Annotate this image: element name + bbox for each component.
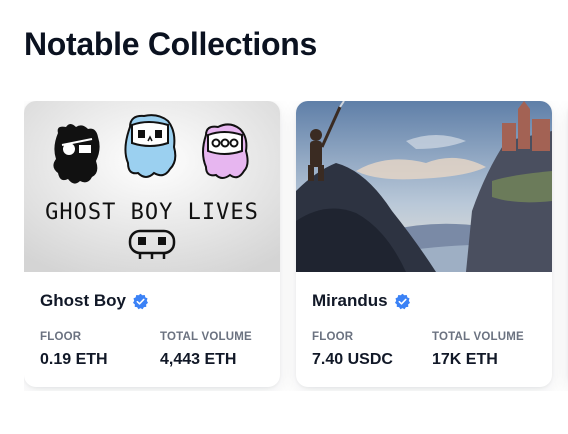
floor-stat: FLOOR 7.40 USDC [312,331,393,369]
collections-carousel: GHOST BOY LIVES Ghost Boy FLOOR 0.19 ETH… [24,101,568,391]
verified-badge-icon [394,293,411,310]
volume-stat: TOTAL VOLUME 17K ETH [432,331,524,369]
volume-label: TOTAL VOLUME [432,331,524,343]
collection-name-row[interactable]: Ghost Boy [40,291,149,311]
floor-label: FLOOR [40,331,82,343]
floor-value: 0.19 ETH [40,351,108,368]
verified-badge-icon [132,293,149,310]
ghost-boy-image-text: GHOST BOY LIVES [45,200,259,225]
collection-card-ghost-boy[interactable]: GHOST BOY LIVES Ghost Boy FLOOR 0.19 ETH… [24,101,280,387]
collection-image-ghost-boy[interactable]: GHOST BOY LIVES [24,101,280,272]
floor-label: FLOOR [312,331,354,343]
floor-stat: FLOOR 0.19 ETH [40,331,108,369]
collection-name-row[interactable]: Mirandus [312,291,411,311]
volume-value: 17K ETH [432,351,498,368]
volume-value: 4,443 ETH [160,351,237,368]
collection-name[interactable]: Mirandus [312,291,388,311]
section-title: Notable Collections [24,26,318,62]
volume-label: TOTAL VOLUME [160,331,252,343]
floor-value: 7.40 USDC [312,351,393,368]
collection-name[interactable]: Ghost Boy [40,291,126,311]
collection-image-mirandus[interactable] [296,101,552,272]
volume-stat: TOTAL VOLUME 4,443 ETH [160,331,252,369]
collection-card-mirandus[interactable]: Mirandus FLOOR 7.40 USDC TOTAL VOLUME 17… [296,101,552,387]
